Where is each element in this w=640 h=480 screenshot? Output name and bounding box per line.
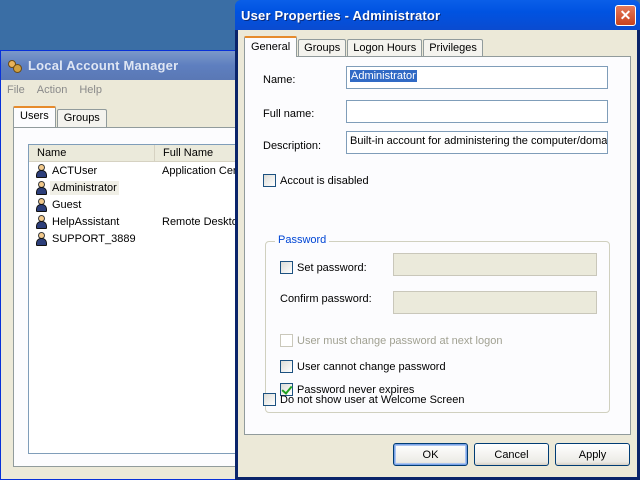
user-name: HelpAssistant — [52, 215, 120, 228]
must-change-password-checkbox[interactable]: User must change password at next logon — [280, 334, 502, 347]
users-list[interactable]: Name Full Name ACTUser Application Cen A… — [28, 144, 248, 454]
cannot-change-password-checkbox[interactable]: User cannot change password — [280, 360, 446, 373]
set-password-field[interactable] — [393, 253, 597, 276]
close-icon: ✕ — [619, 7, 632, 23]
bg-titlebar[interactable]: Local Account Manager — [1, 51, 249, 80]
tab-general[interactable]: General — [244, 36, 298, 57]
user-name: ACTUser — [52, 164, 98, 177]
dialog-titlebar[interactable]: User Properties - Administrator — [235, 0, 640, 30]
name-label: Name: — [263, 74, 296, 86]
name-value: Administrator — [350, 70, 417, 82]
bg-tabs: Users Groups — [13, 106, 108, 127]
bg-tab-users[interactable]: Users — [13, 106, 56, 127]
column-name-header[interactable]: Name — [29, 145, 155, 161]
bg-users-panel: Name Full Name ACTUser Application Cen A… — [13, 127, 253, 467]
close-button[interactable]: ✕ — [615, 5, 636, 26]
tab-privileges[interactable]: Privileges — [423, 39, 483, 57]
checkbox-box — [280, 360, 293, 373]
dialog-body: General Groups Logon Hours Privileges Na… — [238, 30, 637, 477]
set-password-label: Set password: — [297, 261, 367, 274]
hide-welcome-screen-label: Do not show user at Welcome Screen — [280, 393, 465, 406]
cannot-change-password-label: User cannot change password — [297, 360, 446, 373]
menu-file[interactable]: File — [7, 84, 25, 96]
user-fullname: Application Cen — [162, 164, 240, 177]
name-field[interactable]: Administrator — [346, 66, 608, 89]
user-name: Administrator — [50, 180, 119, 195]
user-properties-dialog: User Properties - Administrator ✕ Genera… — [235, 0, 640, 480]
confirm-password-field[interactable] — [393, 291, 597, 314]
list-item[interactable]: Guest — [29, 196, 247, 213]
user-fullname: Remote Desktop — [162, 215, 244, 228]
user-icon — [35, 214, 47, 229]
account-disabled-label: Accout is disabled — [280, 174, 369, 187]
user-icon — [35, 231, 47, 246]
apply-button[interactable]: Apply — [555, 443, 630, 466]
description-field[interactable]: Built-in account for administering the c… — [346, 131, 608, 154]
hide-welcome-screen-checkbox[interactable]: Do not show user at Welcome Screen — [263, 393, 464, 406]
local-account-manager-window: Local Account Manager File Action Help U… — [0, 50, 253, 480]
checkbox-box — [263, 174, 276, 187]
fullname-label: Full name: — [263, 108, 315, 120]
user-icon — [35, 163, 47, 178]
user-icon — [35, 180, 47, 195]
account-disabled-checkbox[interactable]: Accout is disabled — [263, 174, 369, 187]
set-password-checkbox[interactable]: Set password: — [280, 261, 367, 274]
tab-logon-hours[interactable]: Logon Hours — [347, 39, 423, 57]
users-list-header: Name Full Name — [29, 145, 247, 162]
ok-button[interactable]: OK — [393, 443, 468, 466]
bg-menubar: File Action Help — [1, 80, 249, 100]
list-item[interactable]: HelpAssistant Remote Desktop — [29, 213, 247, 230]
list-item[interactable]: Administrator — [29, 179, 247, 196]
checkbox-box — [263, 393, 276, 406]
cancel-button[interactable]: Cancel — [474, 443, 549, 466]
must-change-password-label: User must change password at next logon — [297, 334, 503, 347]
general-tab-panel: Name: Administrator Full name: Descripti… — [244, 56, 631, 435]
checkbox-box — [280, 334, 293, 347]
column-fullname-header[interactable]: Full Name — [155, 145, 221, 161]
user-name: Guest — [52, 198, 82, 211]
users-app-icon — [7, 58, 23, 74]
password-group: Password Set password: Confirm password:… — [265, 234, 610, 413]
menu-action[interactable]: Action — [37, 84, 68, 96]
user-name: SUPPORT_3889 — [52, 232, 136, 245]
list-item[interactable]: SUPPORT_3889 — [29, 230, 247, 247]
dialog-tabs: General Groups Logon Hours Privileges — [244, 36, 484, 57]
fullname-field[interactable] — [346, 100, 608, 123]
password-group-legend: Password — [275, 234, 330, 246]
confirm-password-label: Confirm password: — [280, 293, 372, 305]
bg-tab-groups[interactable]: Groups — [56, 109, 107, 127]
description-label: Description: — [263, 140, 322, 152]
checkbox-box — [280, 261, 293, 274]
dialog-title: User Properties - Administrator — [241, 7, 441, 23]
user-icon — [35, 197, 47, 212]
list-item[interactable]: ACTUser Application Cen — [29, 162, 247, 179]
bg-window-title: Local Account Manager — [28, 58, 179, 73]
menu-help[interactable]: Help — [79, 84, 102, 96]
tab-groups[interactable]: Groups — [298, 39, 347, 57]
